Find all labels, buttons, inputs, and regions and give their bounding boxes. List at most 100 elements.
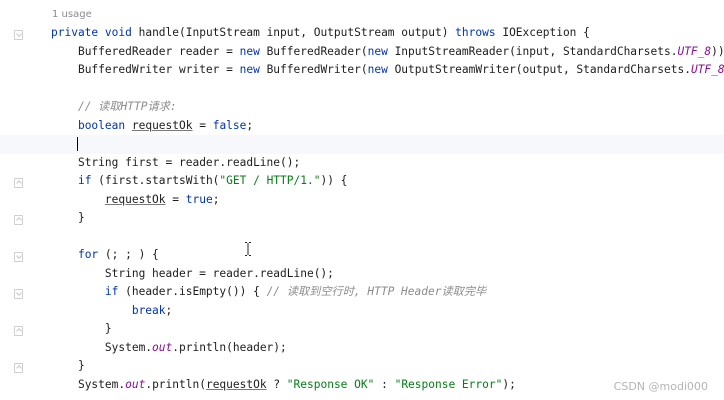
code-token: OutputStreamWriter(output, StandardChars… — [387, 63, 691, 76]
code-token: requestOk — [131, 118, 193, 132]
watermark: CSDN @modi000 — [613, 380, 708, 393]
code-token: private — [51, 26, 99, 39]
code-token: break — [131, 303, 166, 317]
code-line[interactable]: String first = reader.readLine(); — [51, 154, 724, 173]
code-line[interactable]: if (first.startsWith("GET / HTTP/1.")) { — [51, 172, 724, 191]
code-line[interactable] — [51, 80, 724, 99]
code-token: String first = reader.readLine(); — [77, 155, 301, 169]
code-token: out — [125, 377, 146, 391]
code-token: (header.isEmpty()) { — [118, 285, 267, 298]
code-line[interactable]: // 读取HTTP请求: — [51, 98, 724, 117]
code-line[interactable]: System.out.println(header); — [51, 339, 724, 358]
code-token: ? — [266, 377, 287, 391]
code-token: "Response OK" — [286, 377, 375, 391]
code-token: InputStreamReader(input, StandardCharset… — [387, 44, 678, 58]
code-token: System. — [77, 377, 126, 391]
code-line[interactable]: break; — [51, 302, 724, 321]
fold-toggle-icon[interactable] — [14, 252, 23, 262]
code-token: UTF_8 — [690, 63, 724, 76]
code-token: for — [77, 248, 99, 261]
code-token: out — [152, 340, 173, 354]
code-line[interactable]: BufferedWriter writer = new BufferedWrit… — [51, 61, 724, 80]
ibeam-cursor-icon — [245, 242, 251, 256]
code-token: new — [367, 44, 388, 58]
fold-toggle-icon[interactable] — [14, 30, 23, 40]
code-token: .println(header); — [172, 340, 287, 354]
code-token: )); — [711, 44, 724, 58]
code-token: void — [104, 26, 132, 39]
code-token: } — [77, 359, 85, 372]
code-line[interactable]: } — [51, 357, 724, 376]
code-token: new — [239, 44, 260, 58]
code-token: throws — [455, 26, 496, 39]
code-line[interactable]: String header = reader.readLine(); — [51, 265, 724, 284]
code-token: boolean — [77, 118, 126, 132]
code-editor[interactable]: private void handle(InputStream input, O… — [0, 24, 724, 394]
code-token: ); — [502, 377, 516, 391]
code-token: (; ; ) { — [98, 248, 159, 261]
code-token: // 读取HTTP请求: — [77, 100, 177, 113]
code-token: requestOk — [104, 192, 166, 206]
code-token: "GET / HTTP/1." — [219, 174, 321, 187]
code-line[interactable]: private void handle(InputStream input, O… — [51, 24, 724, 43]
code-token: true — [185, 192, 213, 206]
code-token: )) { — [320, 174, 348, 187]
code-token: System. — [104, 340, 153, 354]
code-line[interactable] — [51, 228, 724, 247]
code-token: new — [239, 63, 260, 76]
fold-toggle-icon[interactable] — [14, 363, 23, 373]
editor-gutter — [0, 0, 32, 400]
code-line[interactable]: } — [51, 209, 724, 228]
code-token: requestOk — [205, 377, 267, 391]
code-token: } — [104, 322, 112, 335]
code-token: BufferedWriter( — [259, 63, 368, 76]
code-line[interactable]: BufferedReader reader = new BufferedRead… — [51, 43, 724, 62]
code-token: ; — [165, 303, 173, 317]
code-line[interactable]: requestOk = true; — [51, 191, 724, 210]
code-line[interactable]: for (; ; ) { — [51, 246, 724, 265]
code-token: (first.startsWith( — [91, 174, 220, 187]
code-token: new — [367, 63, 388, 76]
code-token: BufferedReader reader = — [77, 44, 240, 58]
code-token: IOException { — [495, 26, 590, 39]
code-token: BufferedWriter writer = — [77, 63, 240, 76]
text-caret — [77, 137, 78, 151]
code-token: ; — [212, 192, 220, 206]
code-token: if — [77, 174, 92, 187]
code-line[interactable]: boolean requestOk = false; — [51, 117, 724, 136]
code-token: BufferedReader( — [259, 44, 368, 58]
code-token: : — [374, 377, 395, 391]
usage-hint[interactable]: 1 usage — [52, 9, 92, 20]
fold-toggle-icon[interactable] — [14, 178, 23, 188]
code-token: String header = reader.readLine(); — [104, 266, 334, 280]
code-token: // 读取到空行时, HTTP Header读取完毕 — [266, 285, 487, 298]
fold-toggle-icon[interactable] — [14, 289, 23, 299]
fold-toggle-icon[interactable] — [14, 326, 23, 336]
code-token: = — [192, 118, 213, 132]
fold-toggle-icon[interactable] — [14, 215, 23, 225]
code-line[interactable]: if (header.isEmpty()) { // 读取到空行时, HTTP … — [51, 283, 724, 302]
code-line[interactable]: } — [51, 320, 724, 339]
code-token: if — [104, 285, 119, 298]
code-token: = — [165, 192, 186, 206]
code-line[interactable] — [0, 135, 724, 154]
code-token: .println( — [145, 377, 206, 391]
